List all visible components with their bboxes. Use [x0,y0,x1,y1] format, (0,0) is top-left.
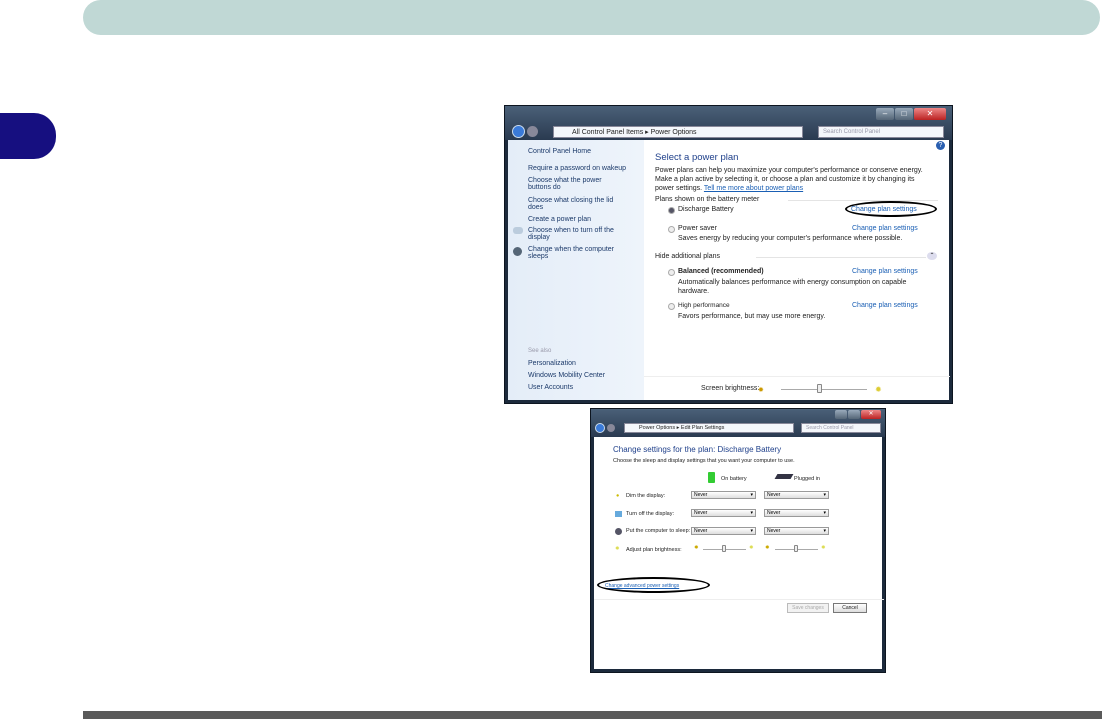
maximize-button[interactable] [848,410,860,419]
sidebar-item[interactable]: Choose when to turn off the display [528,227,623,241]
row-label: Turn off the display: [626,511,674,517]
collapse-icon[interactable]: ⌃ [927,252,937,260]
on-battery-header: On battery [721,476,747,482]
dim-sun-icon: ✹ [694,545,699,551]
close-button[interactable]: ✕ [914,108,946,120]
see-also-link[interactable]: Personalization [528,360,576,367]
sidebar-item[interactable]: Require a password on wakeup [528,165,626,172]
dim-sun-icon: ✹ [758,387,764,394]
plan-description: Automatically balances performance with … [678,279,907,295]
monitor-icon [615,511,622,517]
brightness-label: Screen brightness: [701,385,760,392]
search-input[interactable]: Search Control Panel [818,126,944,138]
edit-plan-settings-window: ✕ Power Options ▸ Edit Plan Settings Sea… [590,408,886,673]
content-area: Change settings for the plan: Discharge … [594,437,884,669]
back-button[interactable] [512,125,525,138]
brightness-label: Adjust plan brightness: [626,547,682,553]
dim-icon: ● [616,493,620,499]
section-heading: Plans shown on the battery meter [655,196,760,203]
back-button[interactable] [595,423,605,433]
plan-name: High performance [678,302,730,309]
page-title: Change settings for the plan: Discharge … [613,445,782,454]
bright-sun-icon: ✹ [749,545,754,551]
sidebar-item[interactable]: Create a power plan [528,216,591,223]
plan-radio[interactable] [668,303,675,310]
dim-battery-select[interactable]: Never [691,491,756,499]
highlight-oval [845,201,937,217]
maximize-button[interactable]: □ [895,108,913,120]
page-footer-bar [83,711,1102,719]
plan-name: Balanced (recommended) [678,268,764,275]
divider [594,599,884,600]
row-label: Put the computer to sleep: [626,528,691,534]
brightness-plugged-thumb[interactable] [794,545,799,552]
sidebar-home-link[interactable]: Control Panel Home [528,148,591,155]
sleep-battery-select[interactable]: Never [691,527,756,535]
minimize-button[interactable] [835,410,847,419]
see-also-link[interactable]: Windows Mobility Center [528,372,605,379]
forward-button[interactable] [607,424,615,432]
save-changes-button[interactable]: Save changes [787,603,829,613]
plan-name: Discharge Battery [678,206,734,213]
tell-me-more-link[interactable]: Tell me more about power plans [704,185,803,192]
address-bar[interactable]: Power Options ▸ Edit Plan Settings [624,423,794,433]
divider [644,376,950,377]
bright-sun-icon: ✹ [821,545,826,551]
monitor-icon [513,227,523,234]
plan-radio[interactable] [668,226,675,233]
highlight-oval [597,577,710,593]
cancel-button[interactable]: Cancel [833,603,867,613]
help-icon[interactable]: ? [936,141,945,150]
brightness-battery-thumb[interactable] [722,545,727,552]
search-input[interactable]: Search Control Panel [801,423,881,433]
content-area: Control Panel Home Require a password on… [508,140,950,400]
sidebar-item[interactable]: Choose what closing the lid does [528,197,623,211]
hide-plans-toggle[interactable]: Hide additional plans [655,253,720,260]
display-off-plugged-select[interactable]: Never [764,509,829,517]
sidebar-item[interactable]: Choose what the power buttons do [528,177,618,191]
brightness-slider-thumb[interactable] [816,384,822,393]
sidebar: Control Panel Home Require a password on… [508,140,644,400]
close-button[interactable]: ✕ [861,410,881,419]
plan-radio[interactable] [668,207,675,214]
dim-plugged-select[interactable]: Never [764,491,829,499]
subtitle: Choose the sleep and display settings th… [613,458,795,464]
power-options-window: – □ ✕ All Control Panel Items ▸ Power Opti… [504,105,953,404]
address-bar[interactable]: All Control Panel Items ▸ Power Options [553,126,803,138]
sleep-icon [513,247,522,256]
divider [788,200,938,201]
plan-description: Saves energy by reducing your computer's… [678,235,903,242]
change-plan-settings-link[interactable]: Change plan settings [852,225,918,232]
see-also-label: See also [528,348,552,354]
plan-description: Favors performance, but may use more ene… [678,313,826,320]
see-also-link[interactable]: User Accounts [528,384,573,391]
plan-name: Power saver [678,225,717,232]
sleep-icon [615,528,622,535]
dim-sun-icon: ✹ [765,545,770,551]
bright-sun-icon: ✹ [875,385,882,394]
display-off-battery-select[interactable]: Never [691,509,756,517]
plug-icon [774,474,794,479]
title-bar: – □ ✕ All Control Panel Items ▸ Power Opti… [505,106,952,140]
brightness-slider[interactable] [781,389,867,390]
plan-radio[interactable] [668,269,675,276]
minimize-button[interactable]: – [876,108,894,120]
title-bar: ✕ Power Options ▸ Edit Plan Settings Sea… [591,409,885,437]
page-title: Select a power plan [655,152,739,163]
brightness-icon: ✹ [615,546,620,552]
row-label: Dim the display: [626,493,666,499]
page-header-bar [83,0,1100,35]
divider [756,257,926,258]
change-plan-settings-link[interactable]: Change plan settings [852,268,918,275]
forward-button[interactable] [527,126,538,137]
intro-text: Power plans can help you maximize your c… [655,167,923,192]
change-plan-settings-link[interactable]: Change plan settings [852,302,918,309]
sidebar-item[interactable]: Change when the computer sleeps [528,246,628,260]
plugged-in-header: Plugged in [794,476,820,482]
chapter-tab [0,113,56,159]
sleep-plugged-select[interactable]: Never [764,527,829,535]
battery-icon [708,472,715,483]
